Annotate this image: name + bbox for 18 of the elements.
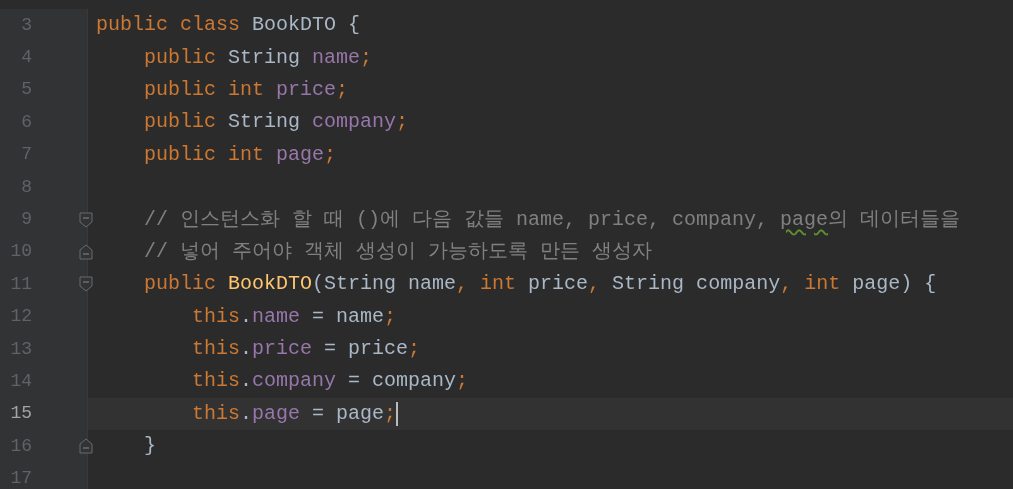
code-line: public BookDTO(String name, int price, String company, int page) { [144, 271, 937, 298]
code-line: public int price; [144, 76, 349, 103]
unfold-icon[interactable] [79, 243, 93, 260]
code-line: public String company; [144, 109, 409, 136]
code-comment: // 인스턴스화 할 때 ()에 다음 값들 name, price, company, page의 데이터들을 [144, 206, 961, 233]
code-line: public class BookDTO { [96, 12, 361, 39]
code-line: this.page = page; [192, 400, 397, 427]
code-line: public String name; [144, 44, 373, 71]
code-line: public int page; [144, 141, 337, 168]
code-line: this.price = price; [192, 336, 421, 363]
fold-icon[interactable] [79, 276, 93, 293]
line-number: 15 [9, 402, 32, 426]
code-line: this.company = company; [192, 368, 469, 395]
unfold-icon[interactable] [79, 438, 93, 455]
code-line: this.name = name; [192, 303, 397, 330]
fold-icon[interactable] [79, 211, 93, 228]
code-comment: // 넣어 주어야 객체 생성이 가능하도록 만든 생성자 [144, 238, 653, 265]
code-line: } [144, 433, 156, 460]
